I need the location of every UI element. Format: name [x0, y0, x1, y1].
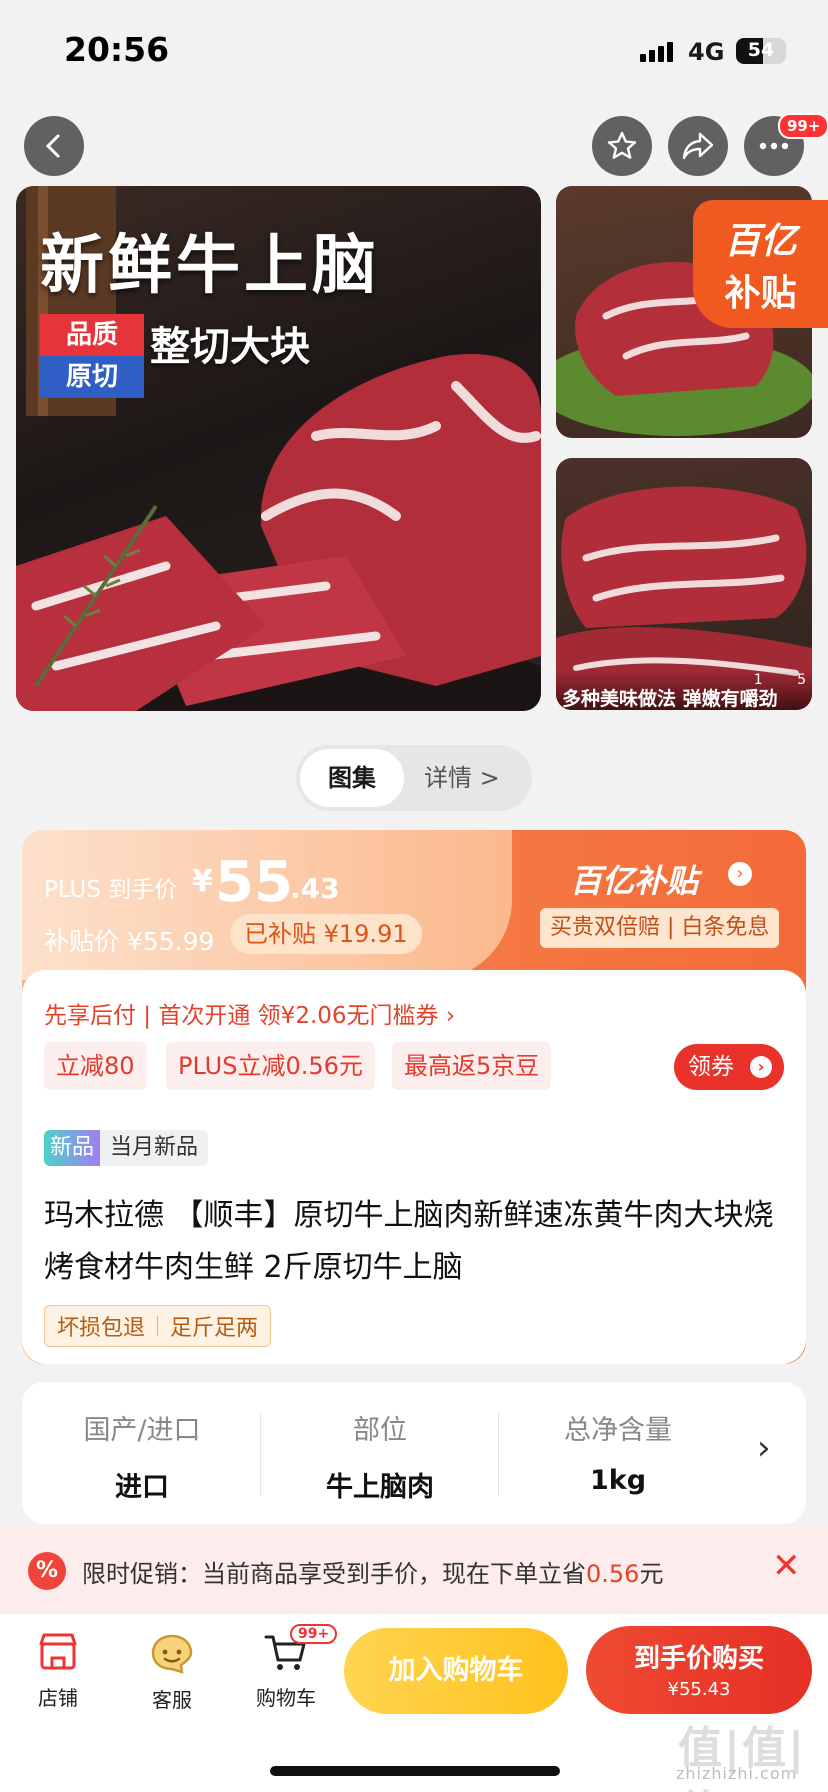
status-time: 20:56: [64, 30, 170, 69]
pager-total: 5: [797, 672, 806, 688]
perk-full-weight: 足斤足两: [170, 1316, 259, 1341]
signal-icon: [640, 42, 673, 62]
customer-service-button[interactable]: 客服: [122, 1632, 222, 1713]
chevron-right-icon: ›: [728, 862, 752, 886]
subsidy-corner-line2: 补贴: [724, 273, 797, 314]
battery-level: 54: [747, 39, 775, 61]
spec-card[interactable]: 国产/进口 进口 部位 牛上脑肉 总净含量 1kg ›: [22, 1382, 806, 1524]
battery-icon: 54: [736, 38, 786, 64]
promo-bar: % 限时促销：当前商品享受到手价，现在下单立省0.56元 ✕: [0, 1528, 828, 1614]
service-label: 客服: [152, 1688, 192, 1712]
price-decimal: .43: [290, 872, 340, 905]
quality-tag: 品质 原切: [40, 314, 144, 398]
shop-label: 店铺: [38, 1686, 78, 1710]
subsidy-amount-pill: 已补贴 ¥19.91: [230, 914, 422, 954]
spec-part: 部位 牛上脑肉: [260, 1408, 500, 1504]
buy-now-button[interactable]: 到手价购买 ¥55.43: [586, 1626, 812, 1714]
shop-button[interactable]: 店铺: [8, 1632, 108, 1711]
spec-origin: 国产/进口 进口: [22, 1408, 262, 1504]
spec-key: 部位: [353, 1415, 407, 1446]
add-to-cart-button[interactable]: 加入购物车: [344, 1628, 568, 1714]
image-tagline: 整切大块: [150, 324, 310, 370]
pay-later-link[interactable]: 先享后付 | 首次开通 领¥2.06无门槛券 ›: [44, 996, 455, 1030]
promo-unit: 元: [639, 1560, 664, 1588]
spec-key: 国产/进口: [83, 1415, 201, 1446]
spec-value: 1kg: [589, 1465, 647, 1496]
promo-amount: 0.56: [586, 1560, 640, 1588]
product-title: 玛木拉德 【顺丰】原切牛上脑肉新鲜速冻黄牛肉大块烧烤食材牛肉生鲜 2斤原切牛上脑: [44, 1198, 774, 1285]
close-icon[interactable]: ✕: [772, 1546, 801, 1586]
buy-now-label: 到手价购买: [633, 1644, 764, 1674]
tab-details[interactable]: 详情 >: [424, 745, 500, 811]
image-pager: 1 5: [754, 672, 806, 688]
quality-tag-top: 品质: [40, 314, 144, 356]
back-arrow-icon: [45, 134, 60, 158]
customer-service-icon: [151, 1634, 193, 1674]
status-bar: 20:56 4G 54: [0, 0, 828, 100]
pager-current: 1: [753, 672, 763, 688]
product-main-image[interactable]: 新鲜牛上脑 品质 原切 整切大块: [16, 186, 541, 711]
share-icon: [682, 132, 714, 160]
offers-section: 先享后付 | 首次开通 领¥2.06无门槛券 › 立减80 PLUS立减0.56…: [22, 970, 806, 1364]
discount-chip[interactable]: 立减80: [44, 1042, 147, 1090]
guarantee-badge[interactable]: 买贵双倍赔 | 白条免息: [540, 908, 780, 948]
spec-value: 进口: [115, 1472, 169, 1503]
message-badge: 99+: [778, 113, 828, 139]
perk-damage-refund: 坏损包退: [57, 1316, 146, 1341]
coupon-label: 领券: [688, 1054, 734, 1080]
spec-value: 牛上脑肉: [326, 1472, 434, 1503]
share-button[interactable]: [668, 116, 728, 176]
new-badge: 新品: [44, 1130, 101, 1166]
subsidy-corner-line1: 百亿: [724, 221, 797, 262]
rebate-chip[interactable]: 最高返5京豆: [392, 1042, 552, 1090]
subsidy-brand-link[interactable]: 百亿补贴: [570, 856, 698, 902]
discount-icon: %: [28, 1552, 66, 1590]
new-label: 当月新品: [110, 1135, 199, 1160]
get-coupon-button[interactable]: 领券 ›: [674, 1044, 784, 1090]
plus-price-label: PLUS 到手价: [44, 877, 178, 903]
home-indicator: [270, 1766, 560, 1776]
price-integer: 55: [215, 850, 293, 915]
service-perks: 坏损包退 足斤足两: [44, 1305, 272, 1347]
shop-icon: [39, 1633, 77, 1670]
watermark-url: zhizhizhi.com: [676, 1764, 798, 1783]
subsidy-corner-badge: 百亿 补贴: [693, 200, 828, 328]
price-currency: ¥: [192, 864, 213, 899]
spec-key: 总净含量: [564, 1415, 672, 1446]
cart-label: 购物车: [256, 1686, 316, 1710]
network-type: 4G: [688, 38, 725, 66]
tab-gallery[interactable]: 图集: [300, 749, 404, 807]
chevron-right-icon: ›: [750, 1056, 772, 1078]
more-dots-icon: [759, 142, 789, 150]
promo-text: 限时促销：当前商品享受到手价，现在下单立省0.56元: [82, 1554, 663, 1589]
image-headline: 新鲜牛上脑: [40, 229, 380, 303]
buy-now-price: ¥55.43: [667, 1679, 731, 1700]
chevron-right-icon[interactable]: ›: [757, 1428, 771, 1468]
favorite-button[interactable]: [592, 116, 652, 176]
gallery-detail-switch: 图集 详情 >: [296, 745, 532, 811]
promo-message: 限时促销：当前商品享受到手价，现在下单立省: [82, 1560, 586, 1588]
quality-tag-bottom: 原切: [40, 356, 144, 398]
price-card: PLUS 到手价 ¥ 55 .43 补贴价 ¥55.99 已补贴 ¥19.91 …: [22, 830, 806, 1364]
new-product-tag: 新品 当月新品: [44, 1130, 209, 1166]
plus-discount-chip[interactable]: PLUS立减0.56元: [166, 1042, 375, 1090]
product-thumbnail-2[interactable]: 多种美味做法 弹嫩有嚼劲 1 5: [556, 458, 812, 710]
spec-net-weight: 总净含量 1kg: [498, 1408, 738, 1496]
subsidy-price: 补贴价 ¥55.99: [44, 927, 215, 956]
cart-count-badge: 99+: [290, 1624, 338, 1644]
star-icon: [607, 131, 637, 159]
back-button[interactable]: [24, 116, 84, 176]
